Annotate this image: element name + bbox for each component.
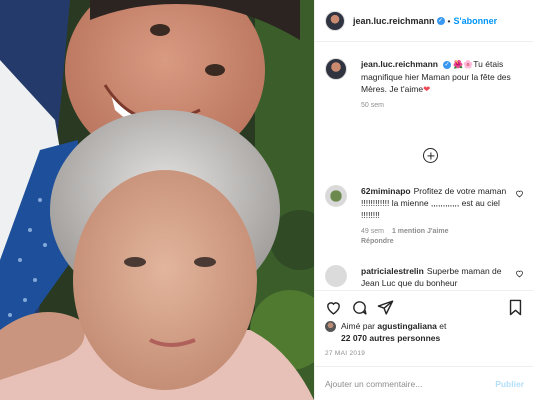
post-date[interactable]: 27 MAI 2019 [325, 350, 365, 357]
author-avatar-small[interactable] [325, 58, 347, 80]
liker-username[interactable]: agustingaliana [377, 321, 437, 331]
post-photo[interactable] [0, 0, 314, 400]
separator-dot: • [447, 15, 451, 26]
commenter-avatar[interactable] [325, 185, 347, 207]
likes-middle: et [439, 321, 447, 331]
follow-button[interactable]: S'abonner [454, 16, 498, 26]
comment-input[interactable]: Ajouter un commentaire... [325, 379, 495, 389]
comment-item: patricialestrelin Superbe maman de Jean L… [315, 265, 533, 289]
like-comment-heart-icon[interactable] [515, 189, 524, 198]
photo-illustration [0, 0, 314, 400]
share-send-icon[interactable] [377, 299, 394, 316]
flower-emoji-icon: 🌺🌸 [453, 60, 474, 69]
add-comment-bar: Ajouter un commentaire... Publier [315, 366, 533, 400]
commenter-avatar[interactable] [325, 265, 347, 287]
caption: jean.luc.reichmann ✓ 🌺🌸Tu étais magnifiqu… [315, 58, 533, 111]
load-more-comments-icon[interactable] [423, 148, 438, 163]
verified-badge-icon: ✓ [436, 16, 445, 25]
publish-button[interactable]: Publier [495, 379, 524, 389]
bookmark-save-icon[interactable] [508, 299, 523, 316]
caption-username[interactable]: jean.luc.reichmann [361, 59, 438, 69]
red-heart-emoji-icon: ❤ [423, 84, 431, 94]
like-heart-icon[interactable] [325, 299, 342, 316]
author-username[interactable]: jean.luc.reichmann [353, 16, 435, 26]
comment-time[interactable]: 49 sem [361, 228, 384, 235]
comment-like-count[interactable]: 1 mention J'aime [392, 228, 449, 235]
caption-time[interactable]: 50 sem [361, 102, 384, 109]
comment-item: 62miminapo Profitez de votre maman !!!!!!… [315, 185, 533, 247]
comment-username[interactable]: 62miminapo [361, 186, 411, 196]
post-modal: jean.luc.reichmann ✓ • S'abonner jean.lu… [0, 0, 533, 400]
action-bar [315, 290, 533, 320]
comment-username[interactable]: patricialestrelin [361, 266, 424, 276]
verified-badge-icon: ✓ [443, 60, 451, 69]
comments-list[interactable]: jean.luc.reichmann ✓ 🌺🌸Tu étais magnifiqu… [315, 43, 533, 290]
post-header: jean.luc.reichmann ✓ • S'abonner [315, 0, 533, 42]
post-sidebar: jean.luc.reichmann ✓ • S'abonner jean.lu… [314, 0, 533, 400]
like-comment-heart-icon[interactable] [515, 269, 524, 278]
likes-prefix: Aimé par [341, 321, 376, 331]
author-avatar[interactable] [325, 10, 345, 31]
comment-bubble-icon[interactable] [351, 299, 368, 316]
liker-avatar[interactable] [325, 321, 336, 332]
likes-summary: Aimé par agustingaliana et 22 070 autres… [325, 320, 525, 344]
reply-button[interactable]: Répondre [361, 238, 394, 245]
likes-count[interactable]: 22 070 autres personnes [341, 333, 440, 343]
